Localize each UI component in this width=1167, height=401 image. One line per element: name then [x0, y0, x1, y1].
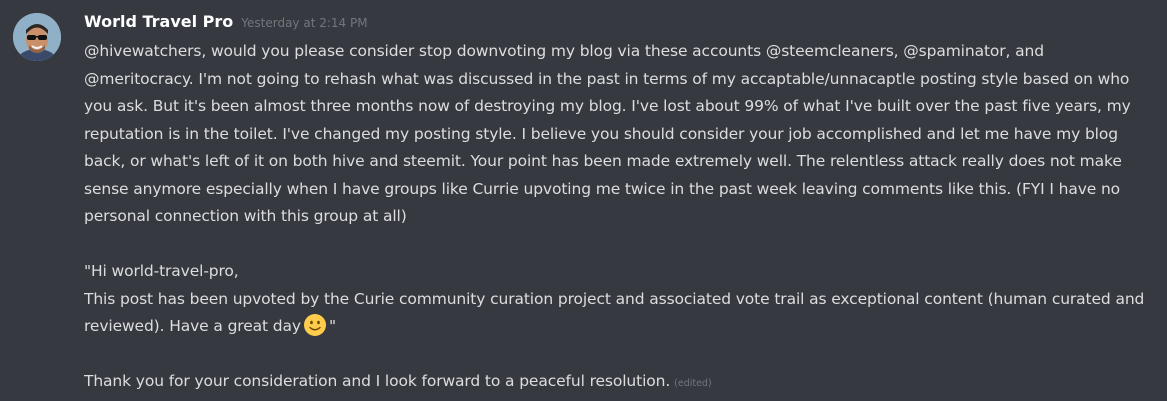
quote-body: This post has been upvoted by the Curie …: [84, 289, 1145, 336]
closing-text: Thank you for your consideration and I l…: [84, 372, 671, 390]
quote-greeting: "Hi world-travel-pro,: [84, 262, 239, 280]
slightly-smiling-face-icon: [303, 313, 327, 337]
edited-label: (edited): [674, 378, 712, 389]
message-header: World Travel Pro Yesterday at 2:14 PM: [84, 12, 1149, 38]
message-content: World Travel Pro Yesterday at 2:14 PM @h…: [84, 12, 1149, 398]
message-paragraph: @hivewatchers, would you please consider…: [84, 42, 1131, 225]
avatar[interactable]: [13, 13, 61, 61]
message-closing: Thank you for your consideration and I l…: [84, 368, 1149, 398]
timestamp[interactable]: Yesterday at 2:14 PM: [241, 16, 367, 30]
username[interactable]: World Travel Pro: [84, 12, 233, 31]
chat-message: World Travel Pro Yesterday at 2:14 PM @h…: [0, 0, 1167, 401]
avatar-image: [13, 13, 61, 61]
quote-end: ": [328, 317, 336, 335]
message-body: @hivewatchers, would you please consider…: [84, 38, 1149, 398]
quote-text: This post has been upvoted by the Curie …: [84, 286, 1149, 341]
